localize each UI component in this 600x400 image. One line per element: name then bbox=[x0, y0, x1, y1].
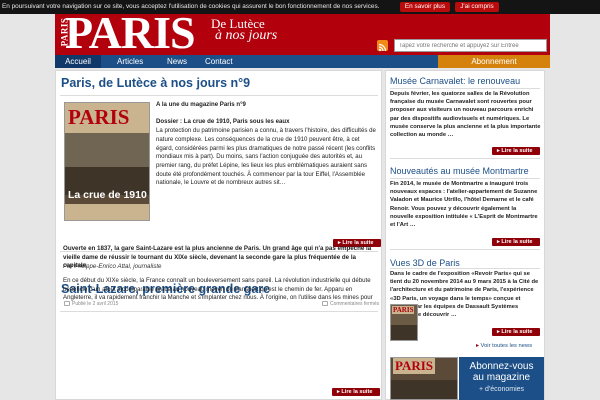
news-title[interactable]: Vues 3D de Paris bbox=[390, 258, 460, 268]
article-byline: Par Philippe-Enrico Attal, journaliste bbox=[63, 263, 162, 270]
nav-item-contact[interactable]: Contact bbox=[205, 55, 233, 68]
divider bbox=[390, 249, 540, 250]
cover-brand: PARIS bbox=[68, 105, 130, 129]
nav-item-news[interactable]: News bbox=[167, 55, 187, 68]
subscribe-line-1: Abonnez-vous bbox=[469, 361, 534, 372]
news-text: Fin 2014, le musée de Montmartre a inaug… bbox=[390, 181, 538, 229]
subscribe-line-3: + d'économies bbox=[478, 386, 525, 393]
article-kicker: A la une du magazine Paris n°9 bbox=[156, 101, 246, 108]
read-more-button[interactable]: Lire la suite bbox=[492, 147, 540, 155]
article-body: La protection du patrimoine parisien a c… bbox=[156, 127, 376, 187]
site-header: PARIS PARIS De Lutèce à nos jours bbox=[55, 10, 550, 56]
divider bbox=[390, 88, 540, 89]
main-nav: Accueil Articles News Contact Abonnement bbox=[55, 55, 550, 68]
read-more-button[interactable]: Lire la suite bbox=[492, 328, 540, 336]
news-text: Depuis février, les quatorze salles de l… bbox=[390, 91, 541, 139]
divider bbox=[60, 311, 378, 312]
main-content: Paris, de Lutèce à nos jours n°9 PARIS L… bbox=[55, 70, 382, 400]
article-title[interactable]: Paris, de Lutèce à nos jours n°9 bbox=[61, 76, 250, 90]
nav-item-abonnement[interactable]: Abonnement bbox=[438, 55, 550, 68]
rss-icon[interactable] bbox=[377, 40, 388, 52]
cookie-accept-button[interactable]: J'ai compris bbox=[455, 2, 499, 12]
read-more-button[interactable]: Lire la suite bbox=[332, 388, 380, 396]
logo-subtitle-2: à nos jours bbox=[215, 28, 278, 43]
site-logo[interactable]: PARIS bbox=[65, 10, 196, 56]
subscribe-line-2: au magazine bbox=[472, 372, 531, 383]
article-body: En ce début du XIXe siècle, la France co… bbox=[63, 277, 373, 302]
news-thumbnail[interactable]: PARIS bbox=[390, 304, 418, 341]
divider bbox=[60, 95, 378, 96]
news-title[interactable]: Musée Carnavalet: le renouveau bbox=[390, 76, 520, 86]
all-news-link[interactable]: Voir toutes les news bbox=[476, 343, 533, 349]
nav-item-articles[interactable]: Articles bbox=[117, 55, 143, 68]
promo-brand: PARIS bbox=[393, 358, 436, 374]
divider bbox=[390, 158, 540, 159]
article-intro: A la une du magazine Paris n°9 Dossier :… bbox=[156, 101, 378, 188]
magazine-cover-image[interactable]: PARIS La crue de 1910 bbox=[64, 102, 150, 221]
news-sidebar: Musée Carnavalet: le renouveau Depuis fé… bbox=[385, 70, 545, 400]
read-more-button[interactable]: Lire la suite bbox=[492, 238, 540, 246]
search-input[interactable] bbox=[394, 39, 547, 52]
article-dossier: Dossier : La crue de 1910, Paris sous le… bbox=[156, 118, 290, 126]
divider bbox=[390, 178, 540, 179]
cover-headline: La crue de 1910 bbox=[68, 189, 147, 201]
news-title[interactable]: Nouveautés au musée Montmartre bbox=[390, 166, 529, 176]
promo-magazine-image[interactable]: PARIS bbox=[390, 357, 458, 400]
cookie-more-button[interactable]: En savoir plus bbox=[400, 2, 450, 12]
divider bbox=[390, 268, 540, 269]
logo-side: PARIS bbox=[59, 17, 70, 47]
subscribe-banner[interactable]: Abonnez-vous au magazine + d'économies bbox=[459, 357, 544, 400]
nav-item-accueil[interactable]: Accueil bbox=[55, 55, 101, 68]
